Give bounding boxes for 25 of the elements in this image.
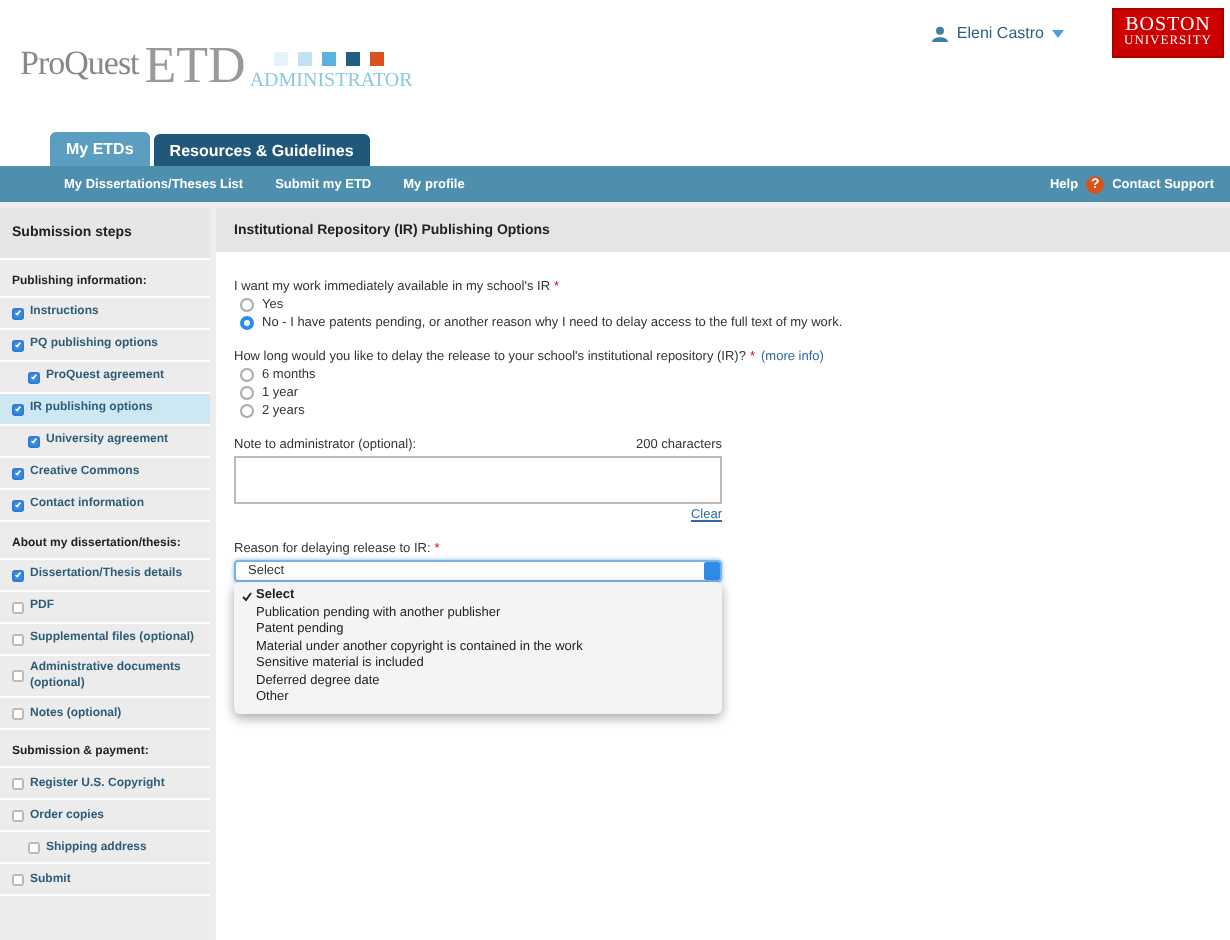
checkbox[interactable]: [12, 339, 24, 351]
checkbox[interactable]: [12, 569, 24, 581]
checkbox[interactable]: [12, 777, 24, 790]
checkbox[interactable]: [12, 467, 24, 479]
checkbox[interactable]: [12, 809, 24, 822]
checkbox[interactable]: [12, 499, 24, 511]
checkbox[interactable]: [12, 873, 24, 886]
checkbox[interactable]: [12, 670, 24, 683]
note-field[interactable]: [234, 456, 722, 504]
checkbox[interactable]: [12, 601, 24, 613]
product-name: ETD: [144, 40, 246, 92]
caret-icon: [1052, 29, 1064, 37]
user-icon: [932, 25, 949, 41]
checkmark-icon: [242, 591, 252, 602]
tab[interactable]: Resources & Guidelines: [153, 134, 370, 166]
checkbox[interactable]: [12, 307, 24, 319]
checkbox[interactable]: [28, 841, 40, 854]
checkbox[interactable]: [12, 633, 24, 645]
product-subtitle: ADMINISTRATOR: [249, 72, 413, 92]
checkbox[interactable]: [28, 435, 40, 447]
checkbox[interactable]: [12, 403, 24, 415]
checkbox[interactable]: [12, 707, 24, 720]
checkbox[interactable]: [28, 371, 40, 383]
brand-logo: ProQuest: [20, 46, 139, 86]
user-menu[interactable]: Eleni Castro: [932, 24, 1064, 42]
